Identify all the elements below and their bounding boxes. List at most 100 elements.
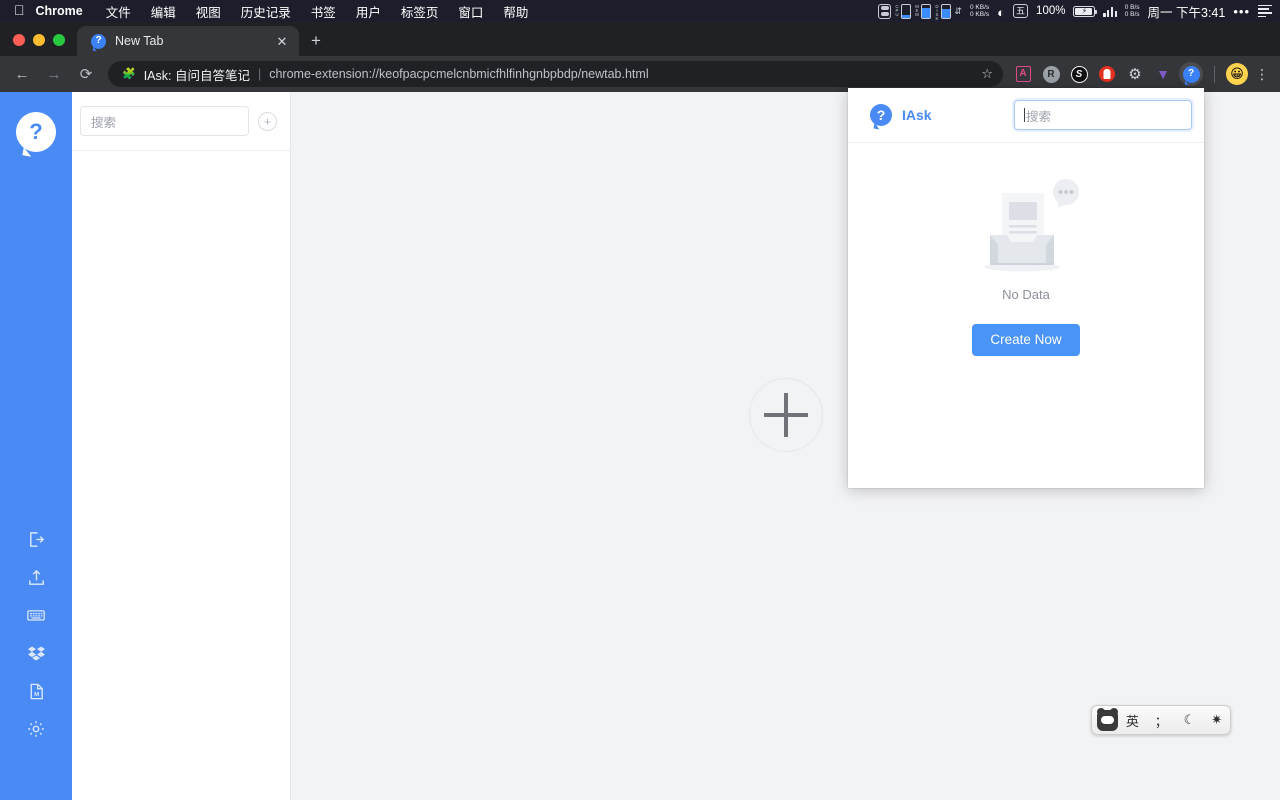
s-extension-icon[interactable]: S bbox=[1067, 62, 1091, 86]
popup-header: ? IAsk 搜索 bbox=[848, 88, 1204, 143]
gear-glyph: ⚙ bbox=[1128, 65, 1142, 83]
mem-label: MEM bbox=[914, 3, 920, 16]
tab-title: New Tab bbox=[115, 34, 164, 48]
traffic-down: 0 B/s bbox=[1124, 11, 1140, 18]
ime-mode-toggle[interactable]: 英 bbox=[1118, 706, 1147, 734]
cpu-label: CPU bbox=[894, 3, 900, 16]
profile-avatar[interactable]: 😀 bbox=[1226, 63, 1248, 85]
network-speed-down: 0 KB/s bbox=[970, 11, 990, 18]
adblock-extension-icon[interactable] bbox=[1095, 62, 1119, 86]
signal-bars-icon[interactable] bbox=[1103, 5, 1117, 17]
disk-label: DISK bbox=[934, 3, 940, 20]
sogou-panda-icon[interactable] bbox=[1097, 707, 1118, 731]
address-bar[interactable]: 🧩 IAsk: 自问自答笔记 | chrome-extension://keof… bbox=[108, 61, 1003, 87]
browser-tab[interactable]: ? New Tab ✕ bbox=[77, 26, 299, 56]
disk-gauge-icon[interactable] bbox=[941, 3, 952, 19]
popup-search-placeholder: 搜索 bbox=[1026, 109, 1052, 124]
create-now-button[interactable]: Create Now bbox=[972, 324, 1080, 356]
export-icon[interactable] bbox=[0, 520, 72, 558]
omnibox-separator: | bbox=[257, 67, 262, 81]
app-sidebar: ? M bbox=[0, 92, 72, 800]
macos-menubar:  Chrome 文件 编辑 视图 历史记录 书签 用户 标签页 窗口 帮助 C… bbox=[0, 0, 1280, 22]
menu-item-view[interactable]: 视图 bbox=[186, 2, 231, 21]
forward-button[interactable]: → bbox=[40, 60, 68, 88]
menu-item-window[interactable]: 窗口 bbox=[448, 2, 493, 21]
iask-favicon-icon: ? bbox=[91, 33, 106, 49]
keyboard-shortcuts-icon[interactable] bbox=[0, 596, 72, 634]
istat-menus-group[interactable]: CPU MEM DISK ⇵ bbox=[878, 3, 962, 20]
menu-item-file[interactable]: 文件 bbox=[96, 2, 141, 21]
tab-close-icon[interactable]: ✕ bbox=[274, 35, 290, 48]
chrome-toolbar: ← → ⟳ 🧩 IAsk: 自问自答笔记 | chrome-extension:… bbox=[0, 56, 1280, 92]
traffic-monitor[interactable]: 0 B/s 0 B/s bbox=[1125, 4, 1140, 19]
note-search-input[interactable]: 搜索 bbox=[80, 106, 249, 136]
bookmark-star-icon[interactable]: ☆ bbox=[973, 66, 993, 82]
v-glyph: ▼ bbox=[1156, 66, 1170, 82]
text-cursor bbox=[1024, 108, 1025, 122]
settings-gear-icon[interactable] bbox=[0, 710, 72, 748]
ime-settings-gear-icon[interactable]: ✷ bbox=[1203, 706, 1230, 734]
menu-item-help[interactable]: 帮助 bbox=[493, 2, 538, 21]
iask-extension-popup: ? IAsk 搜索 No Data Create Now bbox=[848, 88, 1204, 488]
memory-gauge-icon[interactable] bbox=[921, 3, 932, 19]
network-speed-indicator[interactable]: 0 KB/s 0 KB/s bbox=[970, 4, 989, 19]
no-data-label: No Data bbox=[1002, 287, 1050, 302]
note-search-row: 搜索 + bbox=[72, 92, 290, 136]
upload-icon[interactable] bbox=[0, 558, 72, 596]
acrobat-a-glyph: A bbox=[1015, 66, 1031, 82]
iask-bubble-icon: ? bbox=[1182, 65, 1200, 83]
back-button[interactable]: ← bbox=[8, 60, 36, 88]
puzzle-piece-icon: 🧩 bbox=[122, 67, 136, 80]
dropbox-sync-icon[interactable] bbox=[0, 634, 72, 672]
iask-extension-icon[interactable]: ? bbox=[1179, 62, 1203, 86]
s-glyph: S bbox=[1070, 65, 1088, 83]
empty-inbox-illustration bbox=[966, 177, 1086, 277]
sogou-ime-bar: 英 ； ☾ ✷ bbox=[1091, 705, 1231, 735]
menu-item-bookmarks[interactable]: 书签 bbox=[301, 2, 346, 21]
window-traffic-lights bbox=[0, 34, 77, 56]
ellipsis-icon[interactable]: ••• bbox=[1233, 4, 1250, 19]
window-close-button[interactable] bbox=[13, 34, 25, 46]
markdown-file-icon[interactable]: M bbox=[0, 672, 72, 710]
window-maximize-button[interactable] bbox=[53, 34, 65, 46]
v-extension-icon[interactable]: ▼ bbox=[1151, 62, 1175, 86]
menu-item-chrome[interactable]: Chrome bbox=[36, 4, 96, 18]
menu-item-profiles[interactable]: 用户 bbox=[346, 2, 391, 21]
create-note-placeholder[interactable] bbox=[748, 378, 823, 452]
moon-icon[interactable]: ☾ bbox=[1176, 706, 1204, 734]
popup-search-input[interactable]: 搜索 bbox=[1014, 100, 1192, 130]
new-tab-button[interactable]: + bbox=[299, 32, 333, 56]
menubar-clock[interactable]: 周一 下午3:41 bbox=[1148, 2, 1226, 21]
control-center-icon[interactable] bbox=[1258, 4, 1272, 18]
toolbar-divider bbox=[1214, 65, 1215, 83]
menu-item-edit[interactable]: 编辑 bbox=[141, 2, 186, 21]
note-list-panel: 搜索 + bbox=[72, 92, 291, 800]
istat-sensors-icon[interactable] bbox=[878, 3, 892, 19]
iask-logo-icon[interactable]: ? bbox=[16, 112, 56, 152]
input-source-icon[interactable]: 五 bbox=[1013, 4, 1029, 18]
popup-brand-name: IAsk bbox=[902, 107, 932, 123]
menu-item-tab[interactable]: 标签页 bbox=[391, 2, 449, 21]
cpu-gauge-icon[interactable] bbox=[901, 3, 912, 19]
chrome-tabstrip: ? New Tab ✕ + bbox=[0, 22, 1280, 56]
network-arrows-icon[interactable]: ⇵ bbox=[954, 4, 962, 19]
battery-charging-icon[interactable]: ⚡ bbox=[1073, 5, 1098, 17]
traffic-up: 0 B/s bbox=[1124, 3, 1140, 11]
svg-text:M: M bbox=[34, 691, 39, 697]
popup-body: No Data Create Now bbox=[848, 143, 1204, 356]
settings-extension-icon[interactable]: ⚙ bbox=[1123, 62, 1147, 86]
network-speed-up: 0 KB/s bbox=[970, 3, 990, 11]
adobe-acrobat-extension-icon[interactable]: A bbox=[1011, 62, 1035, 86]
adblock-hand-glyph bbox=[1099, 66, 1115, 82]
apple-logo-icon[interactable]:  bbox=[8, 3, 36, 17]
add-note-button[interactable]: + bbox=[258, 111, 277, 131]
wifi-icon[interactable]: ◐ bbox=[997, 6, 1005, 19]
kebab-menu-icon[interactable]: ⋮ bbox=[1252, 67, 1272, 81]
reload-button[interactable]: ⟳ bbox=[72, 60, 100, 88]
window-minimize-button[interactable] bbox=[33, 34, 45, 46]
battery-percent[interactable]: 100% bbox=[1036, 5, 1065, 17]
grammarly-extension-icon[interactable]: R bbox=[1039, 62, 1063, 86]
ime-punctuation-toggle[interactable]: ； bbox=[1147, 706, 1176, 734]
note-list-divider bbox=[72, 150, 290, 151]
menu-item-history[interactable]: 历史记录 bbox=[231, 2, 301, 21]
